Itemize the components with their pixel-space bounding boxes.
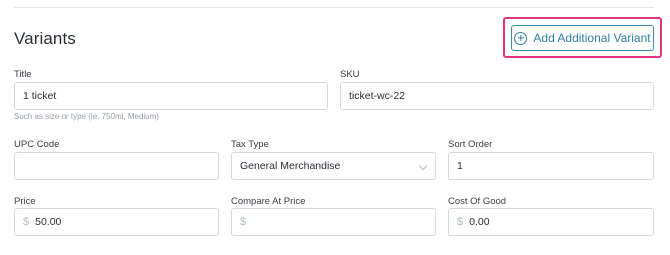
title-label: Title bbox=[14, 69, 32, 80]
tax-type-value: General Merchandise bbox=[240, 160, 341, 172]
tax-type-label: Tax Type bbox=[231, 139, 269, 150]
dollar-icon: $ bbox=[457, 216, 464, 228]
price-input[interactable]: $ 50.00 bbox=[14, 208, 219, 236]
sort-order-label: Sort Order bbox=[448, 139, 493, 150]
title-value: 1 ticket bbox=[23, 90, 57, 102]
variants-panel: Variants Add Additional Variant Title 1 … bbox=[0, 0, 670, 255]
price-label: Price bbox=[14, 196, 36, 207]
sort-order-value: 1 bbox=[457, 160, 463, 172]
title-helper-text: Such as size or type (ie. 750ml, Medium) bbox=[14, 112, 159, 121]
cost-value: 0.00 bbox=[469, 216, 490, 228]
sort-order-input[interactable]: 1 bbox=[448, 152, 654, 180]
add-variant-label: Add Additional Variant bbox=[533, 31, 651, 45]
dollar-icon: $ bbox=[23, 216, 30, 228]
price-value: 50.00 bbox=[35, 216, 62, 228]
dollar-icon: $ bbox=[240, 216, 247, 228]
tax-type-select[interactable]: General Merchandise bbox=[231, 152, 436, 180]
upc-input[interactable] bbox=[14, 152, 219, 180]
compare-price-input[interactable]: $ bbox=[231, 208, 436, 236]
sku-value: ticket-wc-22 bbox=[349, 90, 406, 102]
chevron-down-icon bbox=[418, 161, 428, 171]
sku-input[interactable]: ticket-wc-22 bbox=[340, 82, 654, 110]
compare-price-label: Compare At Price bbox=[231, 196, 306, 207]
cost-input[interactable]: $ 0.00 bbox=[448, 208, 654, 236]
upc-label: UPC Code bbox=[14, 139, 60, 150]
divider bbox=[14, 7, 654, 8]
section-title: Variants bbox=[14, 29, 76, 48]
plus-circle-icon bbox=[514, 31, 528, 45]
add-variant-button[interactable]: Add Additional Variant bbox=[511, 25, 654, 51]
sku-label: SKU bbox=[340, 69, 360, 80]
cost-label: Cost Of Good bbox=[448, 196, 507, 207]
title-input[interactable]: 1 ticket bbox=[14, 82, 328, 110]
